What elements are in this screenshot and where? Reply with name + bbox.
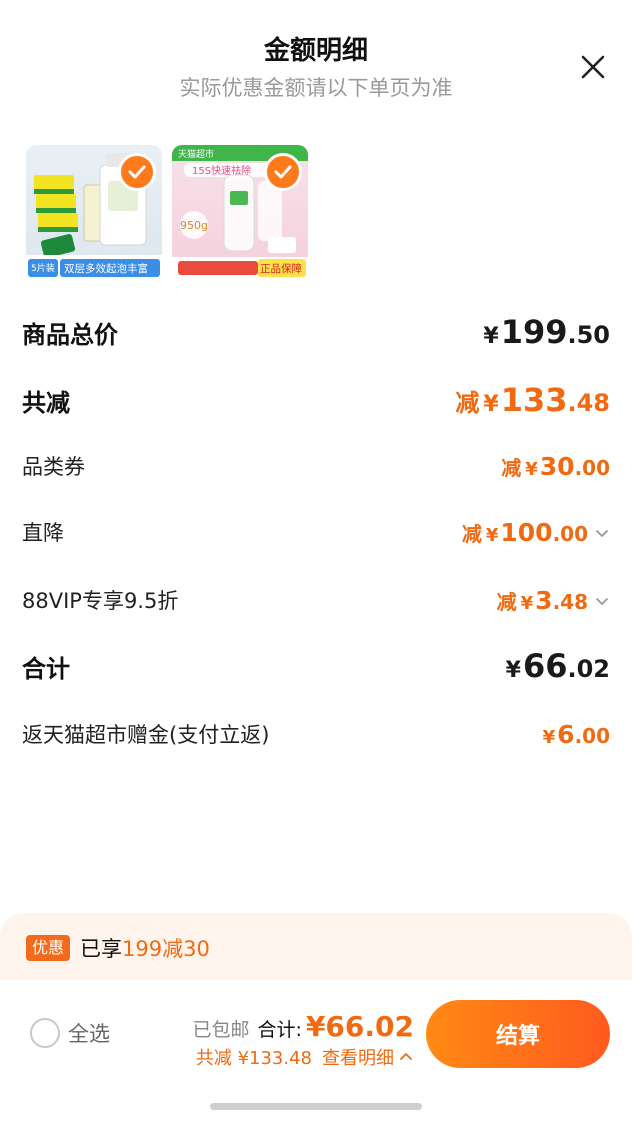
bottom-saved-text: 共减 ¥133.48: [195, 1048, 312, 1069]
row-cashback: 返天猫超市赠金(支付立返) ¥ 6 .00: [22, 714, 610, 754]
amount-integer: 30: [539, 451, 575, 481]
vip-discount-label: 88VIP专享9.5折: [22, 589, 179, 613]
cashback-label: 返天猫超市赠金(支付立返): [22, 723, 270, 747]
discount-prefix: 减: [496, 589, 517, 614]
amount-decimal: .00: [574, 455, 610, 480]
currency-symbol: ¥: [483, 324, 499, 349]
view-detail-link[interactable]: 查看明细: [322, 1044, 414, 1070]
bottom-sub-line: 共减 ¥133.48 查看明细: [196, 1044, 414, 1070]
promo-text: 已享199减30: [80, 933, 210, 963]
bottom-total-value: ¥66.02: [305, 1010, 414, 1043]
total-discount-label: 共减: [22, 388, 70, 417]
amount-integer: 100: [500, 517, 553, 547]
currency-symbol: ¥: [485, 524, 499, 546]
subtotal-amount: ¥ 199 .50: [483, 313, 610, 351]
amount-integer: 3: [535, 585, 553, 615]
shipping-status: 已包邮: [192, 1019, 250, 1041]
amount-integer: 133: [500, 381, 568, 419]
amount-decimal: .48: [567, 389, 610, 417]
row-direct-cut[interactable]: 直降 减 ¥ 100 .00: [22, 512, 610, 552]
promo-text-highlight: 199减30: [122, 937, 210, 961]
page-title: 金额明细: [263, 36, 368, 66]
currency-symbol: ¥: [520, 592, 534, 614]
chevron-down-icon[interactable]: [594, 525, 610, 541]
product-thumbnail-sponge[interactable]: 5片装 双层多效起泡丰富: [26, 145, 162, 279]
product-thumbnails: 5片装 双层多效起泡丰富 天猫超市 15S快速祛除 950g 正品保障: [26, 145, 308, 279]
product-thumbnail-detergent[interactable]: 天猫超市 15S快速祛除 950g 正品保障: [172, 145, 308, 279]
row-vip-discount[interactable]: 88VIP专享9.5折 减 ¥ 3 .48: [22, 580, 610, 620]
direct-cut-label: 直降: [22, 521, 64, 545]
page-subtitle: 实际优惠金额请以下单页为准: [179, 76, 453, 100]
row-total: 合计 ¥ 66 .02: [22, 646, 610, 686]
currency-symbol: ¥: [525, 458, 538, 480]
checkout-button[interactable]: 结算: [426, 1000, 610, 1068]
discount-prefix: 减: [461, 521, 482, 546]
row-subtotal: 商品总价 ¥ 199 .50: [22, 312, 610, 352]
amount-decimal: .00: [552, 521, 588, 546]
row-category-coupon: 品类券 减 ¥ 30 .00: [22, 446, 610, 486]
amount-integer: 199: [500, 313, 568, 351]
category-coupon-amount: 减 ¥ 30 .00: [501, 452, 610, 481]
promo-badge: 优惠: [26, 935, 71, 961]
promo-text-prefix: 已享: [80, 937, 122, 961]
amount-integer: 6: [557, 719, 575, 749]
total-discount-amount: 减 ¥ 133 .48: [455, 381, 610, 419]
discount-prefix: 减: [455, 389, 480, 417]
amount-decimal: .02: [567, 655, 610, 683]
thumb2-footer-text: 正品保障: [260, 262, 302, 275]
close-button[interactable]: [580, 54, 606, 80]
subtotal-label: 商品总价: [22, 320, 118, 349]
selected-checkmark[interactable]: [264, 153, 302, 191]
chevron-down-icon[interactable]: [594, 593, 610, 609]
cashback-amount: ¥ 6 .00: [543, 720, 610, 749]
amount-decimal: .00: [574, 723, 610, 748]
discount-prefix: 减: [501, 455, 522, 480]
chevron-up-icon: [400, 1053, 412, 1060]
amount-detail-sheet: 金额明细 实际优惠金额请以下单页为准 5片装 双层多效起泡丰富 天猫超市 15S…: [0, 0, 632, 1128]
home-indicator[interactable]: [210, 1103, 422, 1110]
row-total-discount: 共减 减 ¥ 133 .48: [22, 380, 610, 420]
thumb-caption-text: 双层多效起泡丰富: [64, 262, 148, 275]
amount-decimal: .50: [567, 321, 610, 349]
category-coupon-label: 品类券: [22, 455, 85, 479]
amount-integer: 66: [522, 647, 568, 685]
currency-symbol: ¥: [505, 658, 521, 683]
currency-symbol: ¥: [483, 392, 499, 417]
check-icon: [128, 165, 146, 179]
thumb2-weight-text: 950g: [180, 219, 208, 232]
bottom-total-label: 合计:: [257, 1019, 302, 1041]
vip-discount-amount: 减 ¥ 3 .48: [497, 586, 610, 615]
thumb2-top-text: 天猫超市: [178, 148, 214, 160]
amount-decimal: .48: [552, 589, 588, 614]
select-all-radio[interactable]: [30, 1018, 60, 1048]
currency-symbol: ¥: [542, 726, 556, 748]
thumb-badge-text: 5片装: [31, 262, 55, 274]
view-detail-label: 查看明细: [322, 1048, 394, 1069]
direct-cut-amount: 减 ¥ 100 .00: [462, 518, 610, 547]
bottom-total-line: 已包邮 合计: ¥66.02: [193, 1010, 414, 1043]
selected-checkmark[interactable]: [118, 153, 156, 191]
check-icon: [274, 165, 292, 179]
select-all-toggle[interactable]: 全选: [30, 1018, 110, 1048]
total-amount: ¥ 66 .02: [506, 647, 610, 685]
sheet-header: 金额明细 实际优惠金额请以下单页为准: [0, 0, 632, 120]
select-all-label: 全选: [68, 1022, 110, 1046]
close-icon: [581, 55, 605, 79]
total-label: 合计: [22, 654, 70, 683]
